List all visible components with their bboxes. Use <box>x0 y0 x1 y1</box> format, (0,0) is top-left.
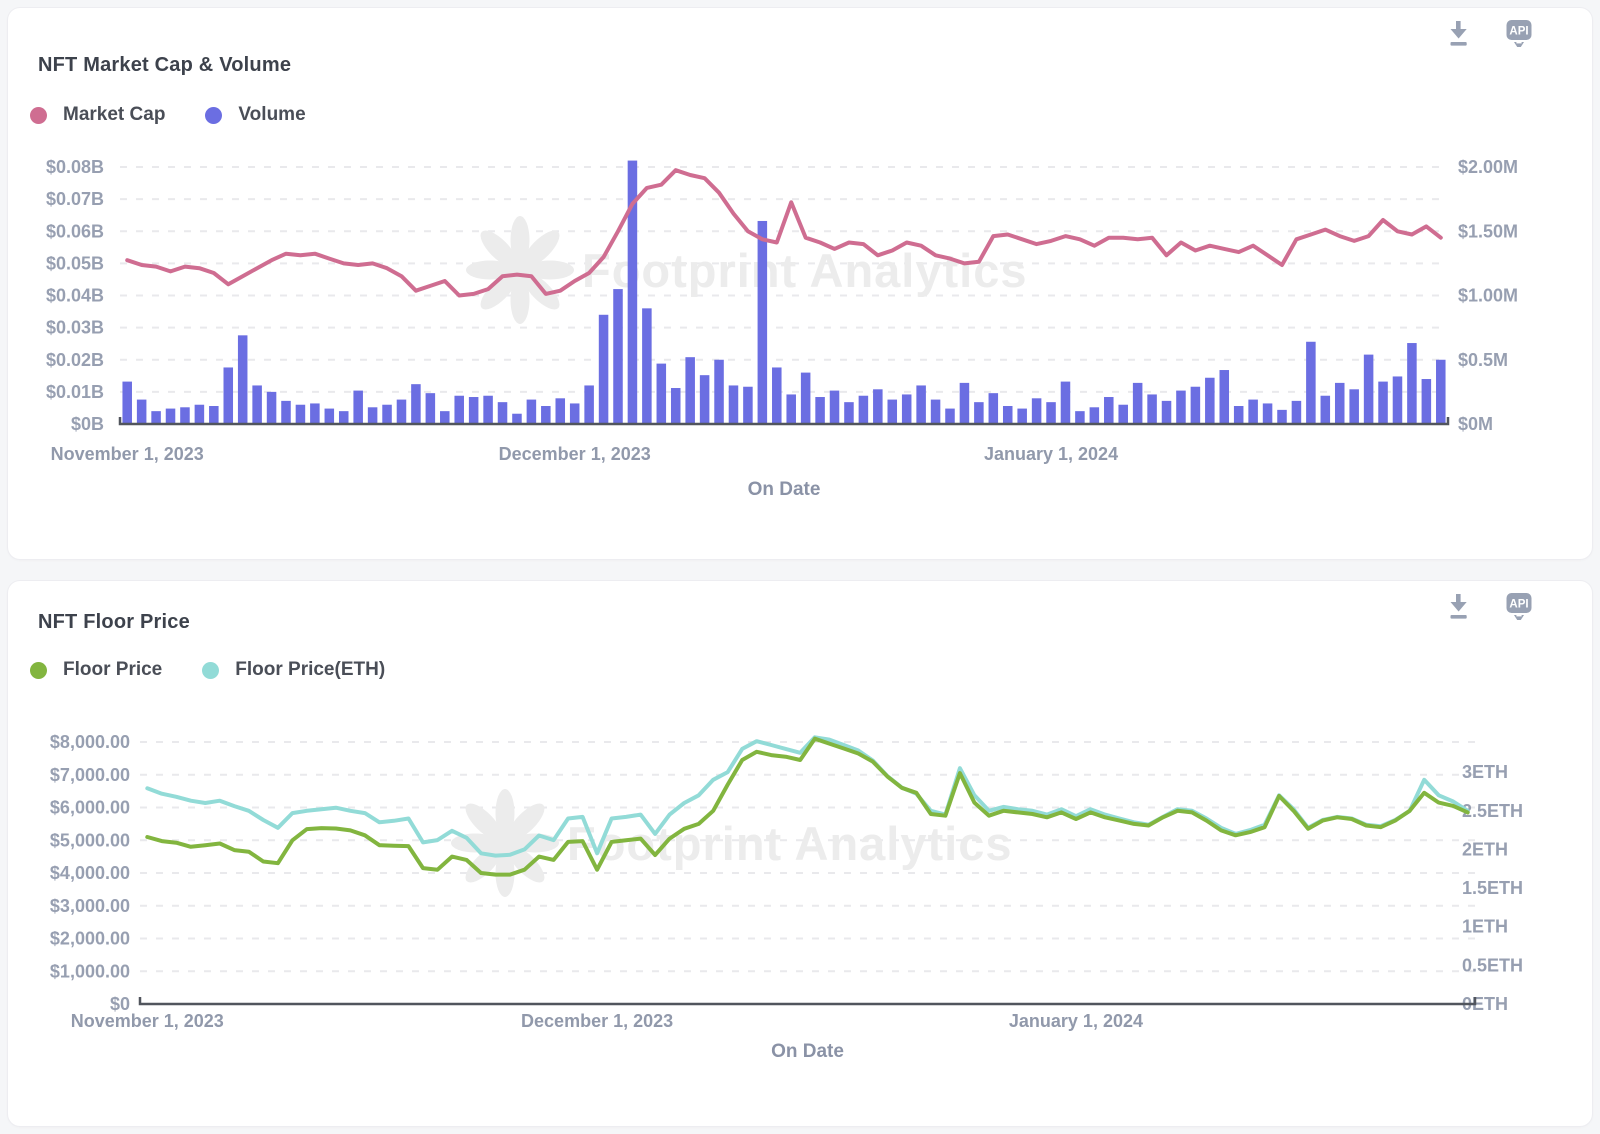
svg-text:Footprint Analytics: Footprint Analytics <box>582 244 1028 297</box>
floor-price-card: NFT Floor Price Floor Price Floor Price(… <box>8 581 1592 1126</box>
legend-item-floor-price-eth[interactable]: Floor Price(ETH) <box>202 659 385 681</box>
legend-label-floor-price-eth: Floor Price(ETH) <box>235 659 385 681</box>
svg-text:$0M: $0M <box>1458 414 1493 434</box>
svg-text:December 1, 2023: December 1, 2023 <box>521 1011 673 1031</box>
svg-text:$2.00M: $2.00M <box>1458 157 1518 177</box>
svg-text:$0.02B: $0.02B <box>46 350 104 370</box>
left-axis-labels: $0$1,000.00$2,000.00$3,000.00$4,000.00$5… <box>50 732 130 1014</box>
svg-text:$0.05B: $0.05B <box>46 253 104 273</box>
x-axis-line <box>140 997 1475 1004</box>
svg-text:0.5ETH: 0.5ETH <box>1462 955 1523 975</box>
api-button[interactable]: API <box>1504 18 1534 50</box>
svg-text:$0B: $0B <box>71 414 104 434</box>
svg-text:API: API <box>1509 26 1528 38</box>
svg-text:January 1, 2024: January 1, 2024 <box>1009 1011 1143 1031</box>
svg-text:API: API <box>1509 599 1528 611</box>
api-icon: API <box>1504 591 1534 623</box>
api-icon: API <box>1504 18 1534 50</box>
svg-text:$1.50M: $1.50M <box>1458 221 1518 241</box>
floor-price-legend-dot-icon <box>30 662 47 679</box>
download-icon <box>1444 19 1472 49</box>
svg-text:December 1, 2023: December 1, 2023 <box>499 444 651 464</box>
card-title-market-cap-volume: NFT Market Cap & Volume <box>38 54 291 77</box>
svg-text:$0.04B: $0.04B <box>46 286 104 306</box>
floor-price-chart[interactable]: $0$1,000.00$2,000.00$3,000.00$4,000.00$5… <box>8 701 1592 1081</box>
legend-item-floor-price[interactable]: Floor Price <box>30 659 162 681</box>
svg-text:November 1, 2023: November 1, 2023 <box>71 1011 224 1031</box>
download-icon <box>1444 592 1472 622</box>
download-button[interactable] <box>1444 18 1474 50</box>
x-axis-labels: November 1, 2023 December 1, 2023 January … <box>51 444 1118 464</box>
svg-text:$8,000.00: $8,000.00 <box>50 732 130 752</box>
legend-label-market-cap: Market Cap <box>63 104 165 126</box>
market-cap-volume-chart[interactable]: $0B $0.01B $0.02B $0.03B $0.04B $0.05B $0.06B $… <box>8 138 1592 518</box>
legend-item-volume[interactable]: Volume <box>205 104 305 126</box>
x-axis-labels: November 1, 2023 December 1, 2023 January … <box>71 1011 1143 1031</box>
floor-price-eth-legend-dot-icon <box>202 662 219 679</box>
x-axis-title: On Date <box>771 1041 844 1062</box>
svg-text:$5,000.00: $5,000.00 <box>50 830 130 850</box>
svg-text:3ETH: 3ETH <box>1462 762 1508 782</box>
card-title-floor-price: NFT Floor Price <box>38 611 190 634</box>
svg-text:$1,000.00: $1,000.00 <box>50 961 130 981</box>
right-axis-labels: 0ETH0.5ETH1ETH1.5ETH2ETH2.5ETH3ETH <box>1462 762 1523 1014</box>
api-button[interactable]: API <box>1504 591 1534 623</box>
legend-floor-price: Floor Price Floor Price(ETH) <box>30 659 385 681</box>
svg-text:$4,000.00: $4,000.00 <box>50 863 130 883</box>
svg-text:$0.03B: $0.03B <box>46 318 104 338</box>
market-cap-legend-dot-icon <box>30 107 47 124</box>
svg-text:$0.06B: $0.06B <box>46 221 104 241</box>
chart-canvas[interactable]: $0B $0.01B $0.02B $0.03B $0.04B $0.05B $0.06B $… <box>8 138 1592 518</box>
svg-text:2ETH: 2ETH <box>1462 839 1508 859</box>
svg-text:Footprint Analytics: Footprint Analytics <box>567 817 1013 870</box>
svg-text:$6,000.00: $6,000.00 <box>50 798 130 818</box>
chart-canvas[interactable]: $0$1,000.00$2,000.00$3,000.00$4,000.00$5… <box>8 701 1592 1081</box>
svg-text:$3,000.00: $3,000.00 <box>50 896 130 916</box>
download-button[interactable] <box>1444 591 1474 623</box>
volume-legend-dot-icon <box>205 107 222 124</box>
legend-item-market-cap[interactable]: Market Cap <box>30 104 165 126</box>
legend-label-volume: Volume <box>238 104 305 126</box>
legend-market-cap-volume: Market Cap Volume <box>30 104 306 126</box>
svg-text:$0.08B: $0.08B <box>46 157 104 177</box>
left-axis-labels: $0B $0.01B $0.02B $0.03B $0.04B $0.05B $0.06B $… <box>46 157 104 434</box>
legend-label-floor-price: Floor Price <box>63 659 162 681</box>
x-axis-title: On Date <box>748 479 821 500</box>
svg-text:November 1, 2023: November 1, 2023 <box>51 444 204 464</box>
svg-text:1ETH: 1ETH <box>1462 917 1508 937</box>
right-axis-labels: $0M $0.5M $1.00M $1.50M $2.00M <box>1458 157 1518 434</box>
market-cap-volume-card: NFT Market Cap & Volume Market Cap Volum… <box>8 8 1592 559</box>
svg-text:$1.00M: $1.00M <box>1458 286 1518 306</box>
card-actions: API <box>1444 591 1534 623</box>
card-actions: API <box>1444 18 1534 50</box>
svg-text:$2,000.00: $2,000.00 <box>50 929 130 949</box>
svg-text:$0.5M: $0.5M <box>1458 350 1508 370</box>
svg-text:January 1, 2024: January 1, 2024 <box>984 444 1118 464</box>
dashboard: NFT Market Cap & Volume Market Cap Volum… <box>0 0 1600 1134</box>
svg-text:1.5ETH: 1.5ETH <box>1462 878 1523 898</box>
svg-text:2.5ETH: 2.5ETH <box>1462 801 1523 821</box>
svg-text:$7,000.00: $7,000.00 <box>50 765 130 785</box>
svg-text:$0.07B: $0.07B <box>46 189 104 209</box>
svg-text:$0.01B: $0.01B <box>46 382 104 402</box>
